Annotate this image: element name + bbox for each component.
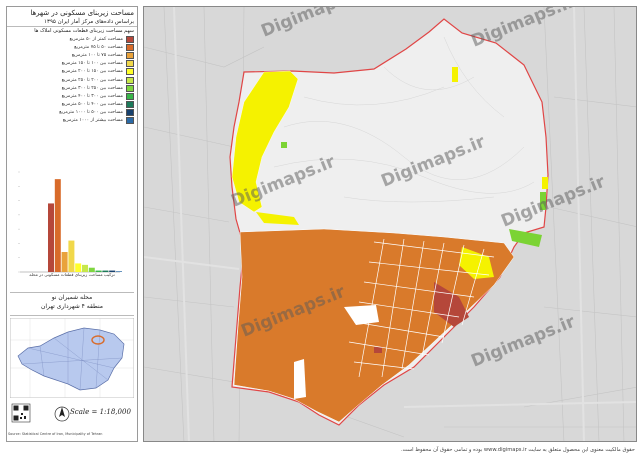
legend-swatch [126, 92, 134, 100]
copyright-footer: حقوق مالکیت معنوی این محصول متعلق به سای… [401, 447, 635, 453]
watermark-text-2: Digimaps.ir [468, 7, 578, 52]
legend-swatch [126, 43, 134, 51]
legend-swatch [126, 60, 134, 68]
legend-label: مساحت بین ۲۰۰ تا ۲۵۰ مترمربع [61, 77, 123, 83]
legend-item: مساحت بین ۱۰۰ تا ۱۵۰ مترمربع [10, 60, 134, 68]
legend-label: مساحت بین ۳۰۰ تا ۴۰۰ مترمربع [61, 93, 123, 99]
legend-item: مساحت بین ۱۵۰ تا ۲۰۰ مترمربع [10, 68, 134, 76]
legend-swatch [126, 51, 134, 59]
chart-caption: ترکیب مساحت زیربنای قطعات مسکونی در محله [29, 272, 115, 277]
chart-bar [68, 240, 75, 272]
source-note: Source: Statistical Centre of Iran, Muni… [8, 432, 103, 436]
legend-item: مساحت ۷۵ تا ۱۰۰ مترمربع [10, 51, 134, 59]
legend-title: مساحت زیربنای مسکونی در شهرها [30, 9, 134, 17]
legend-heading: سهم مساحت زیربنای قطعات مسکونی املاک ها [34, 28, 134, 34]
legend-swatch [126, 68, 134, 76]
legend-swatch [126, 84, 134, 92]
chart-bar [48, 203, 54, 272]
inset-locator-map [10, 318, 134, 398]
chart-bar [61, 252, 68, 272]
legend-swatch [126, 76, 134, 84]
legend-label: مساحت بین ۵۰۰ تا ۱۰۰۰ مترمربع [59, 110, 123, 116]
legend-item: مساحت بین ۲۰۰ تا ۲۵۰ مترمربع [10, 76, 134, 84]
legend-swatch [126, 35, 134, 43]
watermark-text-1: Digimaps.ir [258, 7, 368, 42]
legend-label: مساحت ۷۵ تا ۱۰۰ مترمربع [71, 52, 123, 58]
chart-bar [54, 179, 61, 272]
zone-yellow-small [452, 67, 458, 82]
legend-item: مساحت بیشتر از ۱۰۰۰ مترمربع [10, 117, 134, 125]
district-region: منطقه ۴ شهرداری تهران [40, 303, 103, 310]
legend-subtitle: براساس داده‌های مرکز آمار ایران ۱۳۹۵ [7, 18, 137, 27]
legend-item: مساحت بین ۲۵۰ تا ۳۰۰ مترمربع [10, 84, 134, 92]
legend-item: مساحت بین ۳۰۰ تا ۴۰۰ مترمربع [10, 92, 134, 100]
legend-label: مساحت بین ۲۵۰ تا ۳۰۰ مترمربع [61, 85, 123, 91]
district-info: محله شمیران نو منطقه ۴ شهرداری تهران [10, 292, 134, 316]
scale-label: Scale = 1:18,000 [70, 408, 131, 416]
legend-item: مساحت بین ۴۰۰ تا ۵۰۰ مترمربع [10, 101, 134, 109]
legend-item: مساحت بین ۵۰۰ تا ۱۰۰۰ مترمربع [10, 109, 134, 117]
chart-bar [75, 263, 82, 272]
legend-label: مساحت بین ۱۰۰ تا ۱۵۰ مترمربع [61, 61, 123, 67]
legend-item: مساحت کمتر از ۵۰ مترمربع [10, 35, 134, 43]
legend-swatch [126, 109, 134, 117]
legend-swatch [126, 101, 134, 109]
legend-swatch [126, 117, 134, 125]
legend-class-list: مساحت کمتر از ۵۰ مترمربع مساحت ۵۰ تا ۷۵ م… [7, 35, 137, 125]
legend-label: مساحت کمتر از ۵۰ مترمربع [69, 36, 123, 42]
qr-code-icon [11, 403, 31, 423]
legend-label: مساحت ۵۰ تا ۷۵ مترمربع [74, 44, 123, 50]
legend-item: مساحت ۵۰ تا ۷۵ مترمربع [10, 43, 134, 51]
main-map[interactable]: Digimaps.ir Digimaps.ir Digimaps.ir Digi… [143, 6, 637, 442]
watermark-text-7: Digimaps.ir [468, 312, 578, 372]
chart-bar [82, 264, 88, 272]
area-class-bar-chart [18, 171, 122, 273]
legend-label: مساحت بین ۴۰۰ تا ۵۰۰ مترمربع [61, 102, 123, 108]
map-canvas: Digimaps.ir Digimaps.ir Digimaps.ir Digi… [144, 7, 636, 441]
north-arrow-icon [54, 406, 70, 422]
legend-label: مساحت بیشتر از ۱۰۰۰ مترمربع [62, 118, 123, 124]
legend-label: مساحت بین ۱۵۰ تا ۲۰۰ مترمربع [61, 69, 123, 75]
district-name: محله شمیران نو [51, 294, 93, 301]
